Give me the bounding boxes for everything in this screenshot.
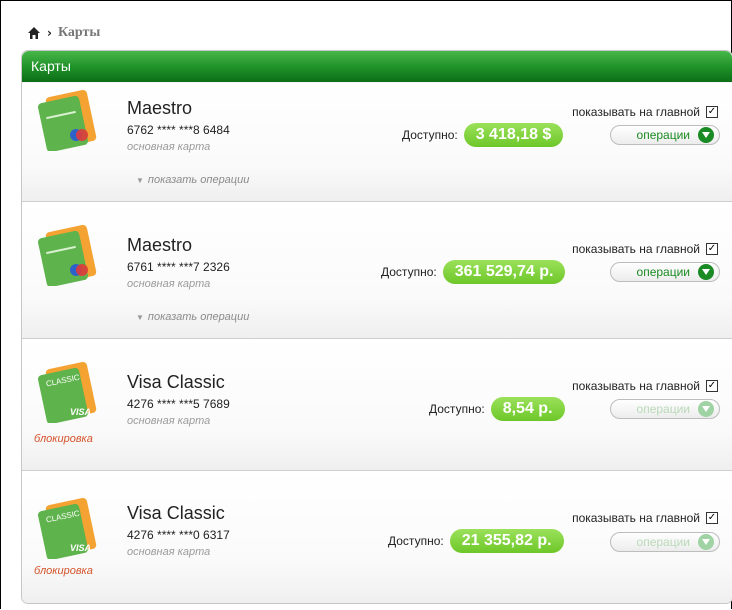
show-operations-link[interactable]: ▼ показать операции: [136, 311, 249, 323]
balance-pill: 3 418,18 $: [463, 123, 564, 147]
svg-text:VISA: VISA: [70, 407, 91, 417]
card-number: 6761 **** ***7 2326: [127, 260, 230, 274]
blocked-label: блокировка: [34, 565, 93, 577]
card-row: Maestro 6762 **** ***8 6484 основная кар…: [22, 83, 732, 202]
show-on-main-label: показывать на главной: [572, 105, 700, 119]
card-number: 4276 **** ***5 7689: [127, 397, 230, 411]
available-label: Доступно:: [429, 402, 485, 416]
visa-classic-card-icon: CLASSIC VISA: [38, 361, 97, 423]
home-icon[interactable]: [27, 26, 41, 40]
card-number: 6762 **** ***8 6484: [127, 123, 230, 137]
show-on-main: показывать на главной ✓: [572, 511, 718, 525]
svg-text:VISA: VISA: [70, 543, 91, 553]
balance-pill: 21 355,82 р.: [449, 529, 564, 553]
available-label: Доступно:: [388, 534, 444, 548]
available-balance: Доступно: 361 529,74 р.: [381, 260, 566, 284]
balance-pill: 361 529,74 р.: [442, 260, 566, 284]
show-operations-link[interactable]: ▼ показать операции: [136, 174, 249, 186]
card-name: Visa Classic: [127, 372, 225, 392]
chevron-down-icon: ▼: [136, 176, 144, 185]
card-number: 4276 **** ***0 6317: [127, 528, 230, 542]
card-name: Visa Classic: [127, 503, 225, 523]
card-name: Maestro: [127, 98, 193, 118]
card-type-note: основная карта: [127, 141, 211, 153]
available-balance: Доступно: 3 418,18 $: [402, 123, 564, 147]
show-on-main-checkbox[interactable]: ✓: [706, 106, 718, 118]
show-on-main-label: показывать на главной: [572, 379, 700, 393]
card-type-note: основная карта: [127, 278, 211, 290]
show-on-main: показывать на главной ✓: [572, 379, 718, 393]
show-on-main-label: показывать на главной: [572, 511, 700, 525]
operations-button: операции: [610, 532, 720, 552]
show-on-main-checkbox[interactable]: ✓: [706, 512, 718, 524]
show-on-main: показывать на главной ✓: [572, 242, 718, 256]
card-row: CLASSIC VISA блокировка Visa Classic 427…: [22, 339, 732, 471]
card-row: Maestro 6761 **** ***7 2326 основная кар…: [22, 202, 732, 339]
chevron-down-icon: ▼: [136, 313, 144, 322]
available-label: Доступно:: [402, 128, 458, 142]
show-on-main-checkbox[interactable]: ✓: [706, 243, 718, 255]
breadcrumb: › Карты: [27, 24, 100, 42]
chevron-down-icon: [698, 534, 714, 550]
operations-button: операции: [610, 399, 720, 419]
breadcrumb-separator-icon: ›: [47, 26, 52, 40]
visa-classic-card-icon: CLASSIC VISA: [38, 497, 97, 559]
show-on-main-checkbox[interactable]: ✓: [706, 380, 718, 392]
available-balance: Доступно: 21 355,82 р.: [388, 529, 564, 553]
maestro-card-icon: [38, 89, 97, 151]
card-type-note: основная карта: [127, 415, 211, 427]
available-balance: Доступно: 8,54 р.: [429, 397, 565, 421]
chevron-down-icon: [698, 127, 714, 143]
show-on-main: показывать на главной ✓: [572, 105, 718, 119]
cards-panel: Карты Maestro 6762 **** ***8 6484 основн…: [21, 50, 732, 604]
card-type-note: основная карта: [127, 546, 211, 558]
balance-pill: 8,54 р.: [490, 397, 565, 421]
available-label: Доступно:: [381, 265, 437, 279]
maestro-card-icon: [38, 224, 97, 286]
chevron-down-icon: [698, 401, 714, 417]
panel-title: Карты: [22, 51, 732, 82]
operations-button[interactable]: операции: [610, 262, 720, 282]
card-row: CLASSIC VISA блокировка Visa Classic 427…: [22, 471, 732, 603]
chevron-down-icon: [698, 264, 714, 280]
blocked-label: блокировка: [34, 433, 93, 445]
breadcrumb-current: Карты: [57, 25, 101, 40]
card-name: Maestro: [127, 235, 193, 255]
show-on-main-label: показывать на главной: [572, 242, 700, 256]
operations-button[interactable]: операции: [610, 125, 720, 145]
